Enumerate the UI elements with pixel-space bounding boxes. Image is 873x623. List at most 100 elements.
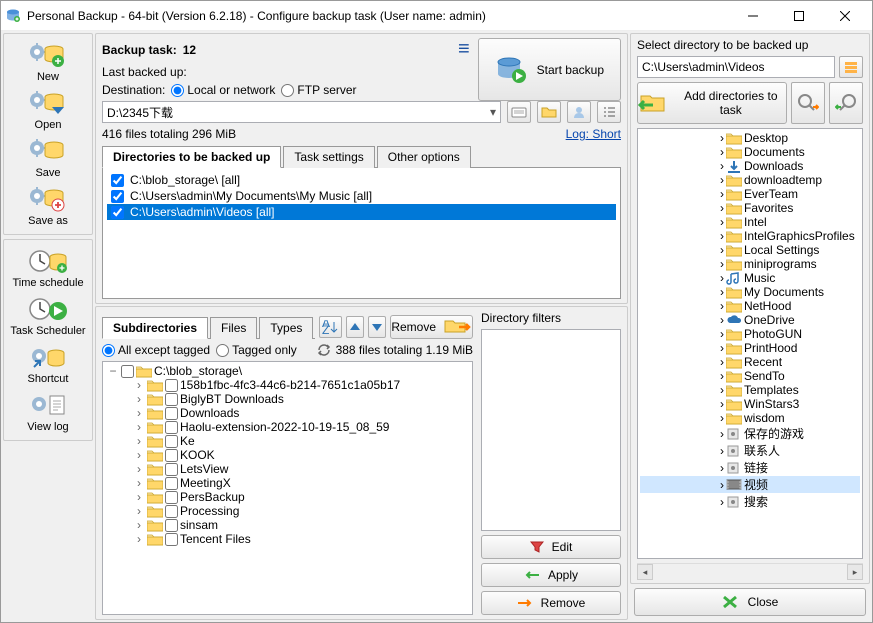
destination-dropdown-icon[interactable]: ▾ bbox=[490, 105, 496, 119]
video-icon bbox=[726, 478, 742, 491]
folder-icon bbox=[726, 202, 742, 215]
sidebar-viewlog-button[interactable]: View log bbox=[4, 388, 92, 436]
close-window-button[interactable] bbox=[822, 1, 868, 30]
right-path-input[interactable] bbox=[637, 56, 835, 78]
radio-local[interactable]: Local or network bbox=[171, 83, 275, 97]
right-tree-item[interactable]: ›Music bbox=[640, 271, 860, 285]
sidebar-saveas-button[interactable]: Save as bbox=[4, 182, 92, 230]
preview-button[interactable] bbox=[791, 82, 825, 124]
right-tree-item[interactable]: ›Recent bbox=[640, 355, 860, 369]
subdirectory-tree[interactable]: −C:\blob_storage\›158b1fbc-4fc3-44c6-b21… bbox=[102, 361, 473, 615]
right-directory-tree[interactable]: ›Desktop›Documents›Downloads›downloadtem… bbox=[637, 128, 863, 559]
radio-ftp[interactable]: FTP server bbox=[281, 83, 356, 97]
right-tree-item[interactable]: ›Desktop bbox=[640, 131, 860, 145]
subtree-item[interactable]: ›PersBackup bbox=[105, 490, 470, 504]
move-down-button[interactable] bbox=[368, 316, 386, 338]
directory-row[interactable]: C:\blob_storage\ [all] bbox=[107, 172, 616, 188]
sidebar-group-file: NewOpenSaveSave as bbox=[3, 33, 93, 235]
subtree-item[interactable]: ›KOOK bbox=[105, 448, 470, 462]
subtree-item[interactable]: ›LetsView bbox=[105, 462, 470, 476]
folder-icon bbox=[726, 188, 742, 201]
right-tree-item[interactable]: ›联系人 bbox=[640, 442, 860, 459]
sidebar-save-button[interactable]: Save bbox=[4, 134, 92, 182]
right-tree-item[interactable]: ›WinStars3 bbox=[640, 397, 860, 411]
filter-apply-button[interactable]: Apply bbox=[481, 563, 621, 587]
subtab-subdirectories[interactable]: Subdirectories bbox=[102, 317, 208, 339]
directory-row[interactable]: C:\Users\admin\Videos [all] bbox=[107, 204, 616, 220]
subtree-item[interactable]: ›158b1fbc-4fc3-44c6-b214-7651c1a05b17 bbox=[105, 378, 470, 392]
right-tree-item[interactable]: ›视频 bbox=[640, 476, 860, 493]
folder-button[interactable] bbox=[537, 101, 561, 123]
tab-other-options[interactable]: Other options bbox=[377, 146, 471, 168]
subtree-item[interactable]: ›BiglyBT Downloads bbox=[105, 392, 470, 406]
subtree-item[interactable]: ›Downloads bbox=[105, 406, 470, 420]
subtree-item[interactable]: ›Ke bbox=[105, 434, 470, 448]
radio-tagged-only[interactable]: Tagged only bbox=[216, 343, 297, 357]
subtree-item[interactable]: ›Haolu-extension-2022-10-19-15_08_59 bbox=[105, 420, 470, 434]
subtree-item[interactable]: ›Tencent Files bbox=[105, 532, 470, 546]
filter-remove-button[interactable]: Remove bbox=[481, 591, 621, 615]
tab-task-settings[interactable]: Task settings bbox=[283, 146, 374, 168]
move-up-button[interactable] bbox=[346, 316, 364, 338]
favorites-button[interactable] bbox=[839, 56, 863, 78]
sidebar-taskscheduler-button[interactable]: Task Scheduler bbox=[4, 292, 92, 340]
right-tree-item[interactable]: ›Downloads bbox=[640, 159, 860, 173]
user-button[interactable] bbox=[567, 101, 591, 123]
directory-row[interactable]: C:\Users\admin\My Documents\My Music [al… bbox=[107, 188, 616, 204]
subtree-item[interactable]: ›sinsam bbox=[105, 518, 470, 532]
right-tree-item[interactable]: ›PrintHood bbox=[640, 341, 860, 355]
add-directories-button[interactable]: Add directories to task bbox=[637, 82, 787, 124]
start-backup-button[interactable]: Start backup bbox=[478, 38, 621, 101]
list-button[interactable] bbox=[597, 101, 621, 123]
sidebar-timeschedule-button[interactable]: Time schedule bbox=[4, 244, 92, 292]
right-tree-item[interactable]: ›链接 bbox=[640, 459, 860, 476]
right-tree-item[interactable]: ›搜索 bbox=[640, 493, 860, 510]
right-tree-item[interactable]: ›Local Settings bbox=[640, 243, 860, 257]
right-tree-item[interactable]: ›downloadtemp bbox=[640, 173, 860, 187]
folder-icon bbox=[726, 356, 742, 369]
maximize-button[interactable] bbox=[776, 1, 822, 30]
main-tabs: Directories to be backed up Task setting… bbox=[102, 145, 621, 168]
right-tree-item[interactable]: ›PhotoGUN bbox=[640, 327, 860, 341]
filter-edit-button[interactable]: Edit bbox=[481, 535, 621, 559]
right-tree-item[interactable]: ›Documents bbox=[640, 145, 860, 159]
right-tree-item[interactable]: ›保存的游戏 bbox=[640, 425, 860, 442]
remove-dir-button[interactable]: Remove bbox=[390, 315, 473, 339]
tab-directories[interactable]: Directories to be backed up bbox=[102, 146, 281, 168]
destination-input[interactable]: ▾ bbox=[102, 101, 501, 123]
minimize-button[interactable] bbox=[730, 1, 776, 30]
right-tree-item[interactable]: ›My Documents bbox=[640, 285, 860, 299]
right-tree-item[interactable]: ›Intel bbox=[640, 215, 860, 229]
right-tree-item[interactable]: ›miniprograms bbox=[640, 257, 860, 271]
right-tree-item[interactable]: ›NetHood bbox=[640, 299, 860, 313]
right-tree-hscroll[interactable]: ◂▸ bbox=[637, 563, 863, 579]
close-button[interactable]: Close bbox=[634, 588, 866, 616]
sidebar-open-button[interactable]: Open bbox=[4, 86, 92, 134]
taskscheduler-icon bbox=[28, 295, 68, 323]
right-title: Select directory to be backed up bbox=[637, 38, 863, 52]
filter-list[interactable] bbox=[481, 329, 621, 531]
sidebar-new-button[interactable]: New bbox=[4, 38, 92, 86]
right-tree-item[interactable]: ›IntelGraphicsProfiles bbox=[640, 229, 860, 243]
subtab-types[interactable]: Types bbox=[259, 317, 313, 339]
right-tree-item[interactable]: ›wisdom bbox=[640, 411, 860, 425]
subtab-files[interactable]: Files bbox=[210, 317, 257, 339]
sidebar-shortcut-button[interactable]: Shortcut bbox=[4, 340, 92, 388]
task-menu-icon[interactable]: ≡ bbox=[458, 38, 470, 61]
sort-button[interactable]: AZ bbox=[319, 316, 342, 338]
subtree-item[interactable]: ›MeetingX bbox=[105, 476, 470, 490]
directory-list[interactable]: C:\blob_storage\ [all]C:\Users\admin\My … bbox=[107, 172, 616, 294]
right-tree-item[interactable]: ›Templates bbox=[640, 383, 860, 397]
right-tree-item[interactable]: ›Favorites bbox=[640, 201, 860, 215]
folder-icon bbox=[726, 328, 742, 341]
log-link[interactable]: Log: Short bbox=[566, 127, 621, 141]
browse-button[interactable] bbox=[507, 101, 531, 123]
preview-back-button[interactable] bbox=[829, 82, 863, 124]
subtree-item[interactable]: ›Processing bbox=[105, 504, 470, 518]
refresh-icon[interactable] bbox=[316, 343, 332, 357]
folder-icon bbox=[726, 216, 742, 229]
right-tree-item[interactable]: ›EverTeam bbox=[640, 187, 860, 201]
right-tree-item[interactable]: ›SendTo bbox=[640, 369, 860, 383]
right-tree-item[interactable]: ›OneDrive bbox=[640, 313, 860, 327]
radio-all-except[interactable]: All except tagged bbox=[102, 343, 210, 357]
